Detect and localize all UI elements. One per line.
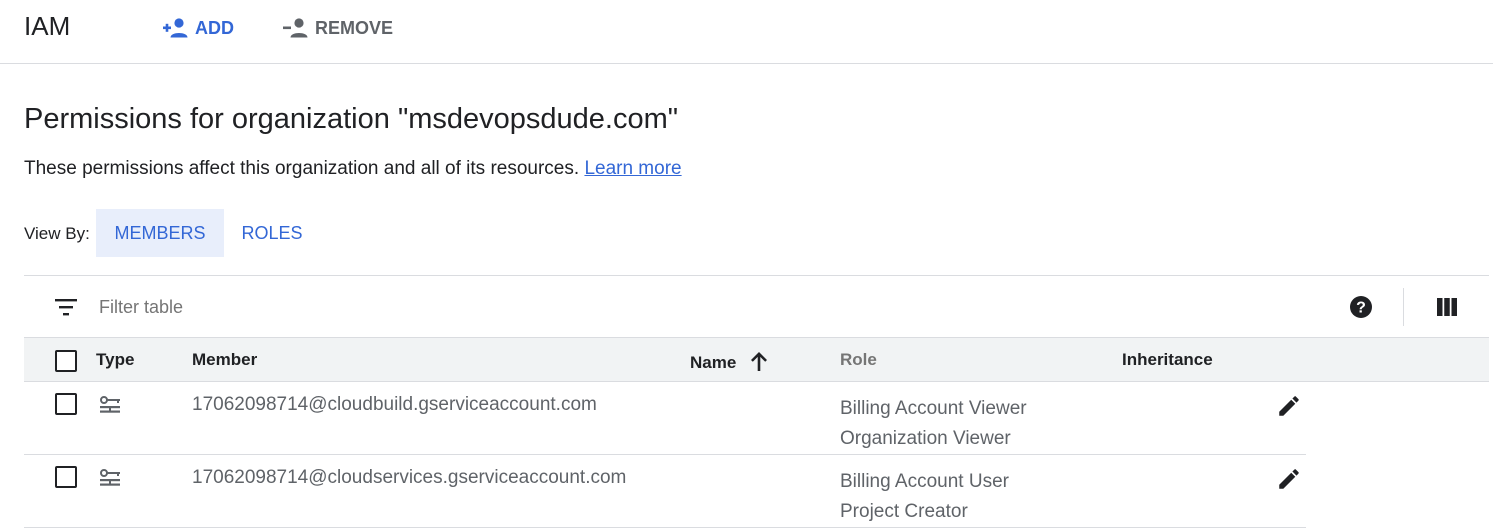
role-item: Project Creator: [840, 501, 968, 522]
member-email: 17062098714@cloudbuild.gserviceaccount.c…: [192, 394, 597, 415]
table-row: 17062098714@cloudbuild.gserviceaccount.c…: [24, 382, 1306, 455]
filter-table-input[interactable]: [99, 294, 999, 320]
permissions-table: ? Type Member Name Role Inheritance: [24, 275, 1489, 528]
top-toolbar: IAM ADD REMOVE: [0, 0, 1493, 64]
row-checkbox[interactable]: [55, 393, 77, 415]
remove-button[interactable]: REMOVE: [283, 14, 393, 42]
table-header-row: Type Member Name Role Inheritance: [24, 338, 1489, 382]
select-all-checkbox[interactable]: [55, 350, 77, 372]
app-title: IAM: [24, 11, 71, 41]
column-header-inheritance[interactable]: Inheritance: [1122, 350, 1213, 370]
column-header-name[interactable]: Name: [690, 350, 769, 373]
role-list: Billing Account User Project Creator: [840, 467, 1009, 527]
toolbar-divider: [1403, 288, 1404, 326]
row-checkbox[interactable]: [55, 466, 77, 488]
view-by-label: View By:: [24, 224, 90, 243]
table-row: 17062098714@cloudservices.gserviceaccoun…: [24, 455, 1306, 528]
edit-icon[interactable]: [1276, 466, 1302, 492]
service-account-icon: [100, 396, 120, 413]
add-button[interactable]: ADD: [163, 14, 234, 42]
edit-icon[interactable]: [1276, 393, 1302, 419]
add-button-label: ADD: [195, 17, 234, 38]
role-item: Billing Account User: [840, 471, 1009, 492]
column-display-icon[interactable]: [1435, 295, 1459, 319]
remove-button-label: REMOVE: [315, 17, 394, 38]
role-item: Organization Viewer: [840, 428, 1011, 449]
sort-ascending-icon: [751, 352, 768, 371]
column-header-member[interactable]: Member: [192, 350, 257, 370]
service-account-icon: [100, 469, 120, 486]
remove-person-icon: [283, 18, 308, 38]
tab-members[interactable]: MEMBERS: [96, 209, 224, 257]
page-subtitle: These permissions affect this organizati…: [24, 158, 682, 180]
column-header-role[interactable]: Role: [840, 350, 877, 370]
filter-icon[interactable]: [54, 297, 78, 317]
page-title: Permissions for organization "msdevopsdu…: [24, 103, 679, 135]
column-header-name-label: Name: [690, 353, 737, 372]
tab-roles[interactable]: ROLES: [232, 209, 312, 257]
member-email: 17062098714@cloudservices.gserviceaccoun…: [192, 467, 627, 488]
svg-text:?: ?: [1356, 300, 1366, 317]
add-person-icon: [163, 18, 188, 38]
subtitle-text: These permissions affect this organizati…: [24, 158, 580, 179]
role-list: Billing Account Viewer Organization View…: [840, 394, 1027, 454]
role-item: Billing Account Viewer: [840, 398, 1027, 419]
column-header-type[interactable]: Type: [96, 350, 134, 370]
learn-more-link[interactable]: Learn more: [584, 158, 681, 179]
help-icon[interactable]: ?: [1349, 295, 1373, 319]
table-filter-bar: ?: [24, 276, 1489, 338]
